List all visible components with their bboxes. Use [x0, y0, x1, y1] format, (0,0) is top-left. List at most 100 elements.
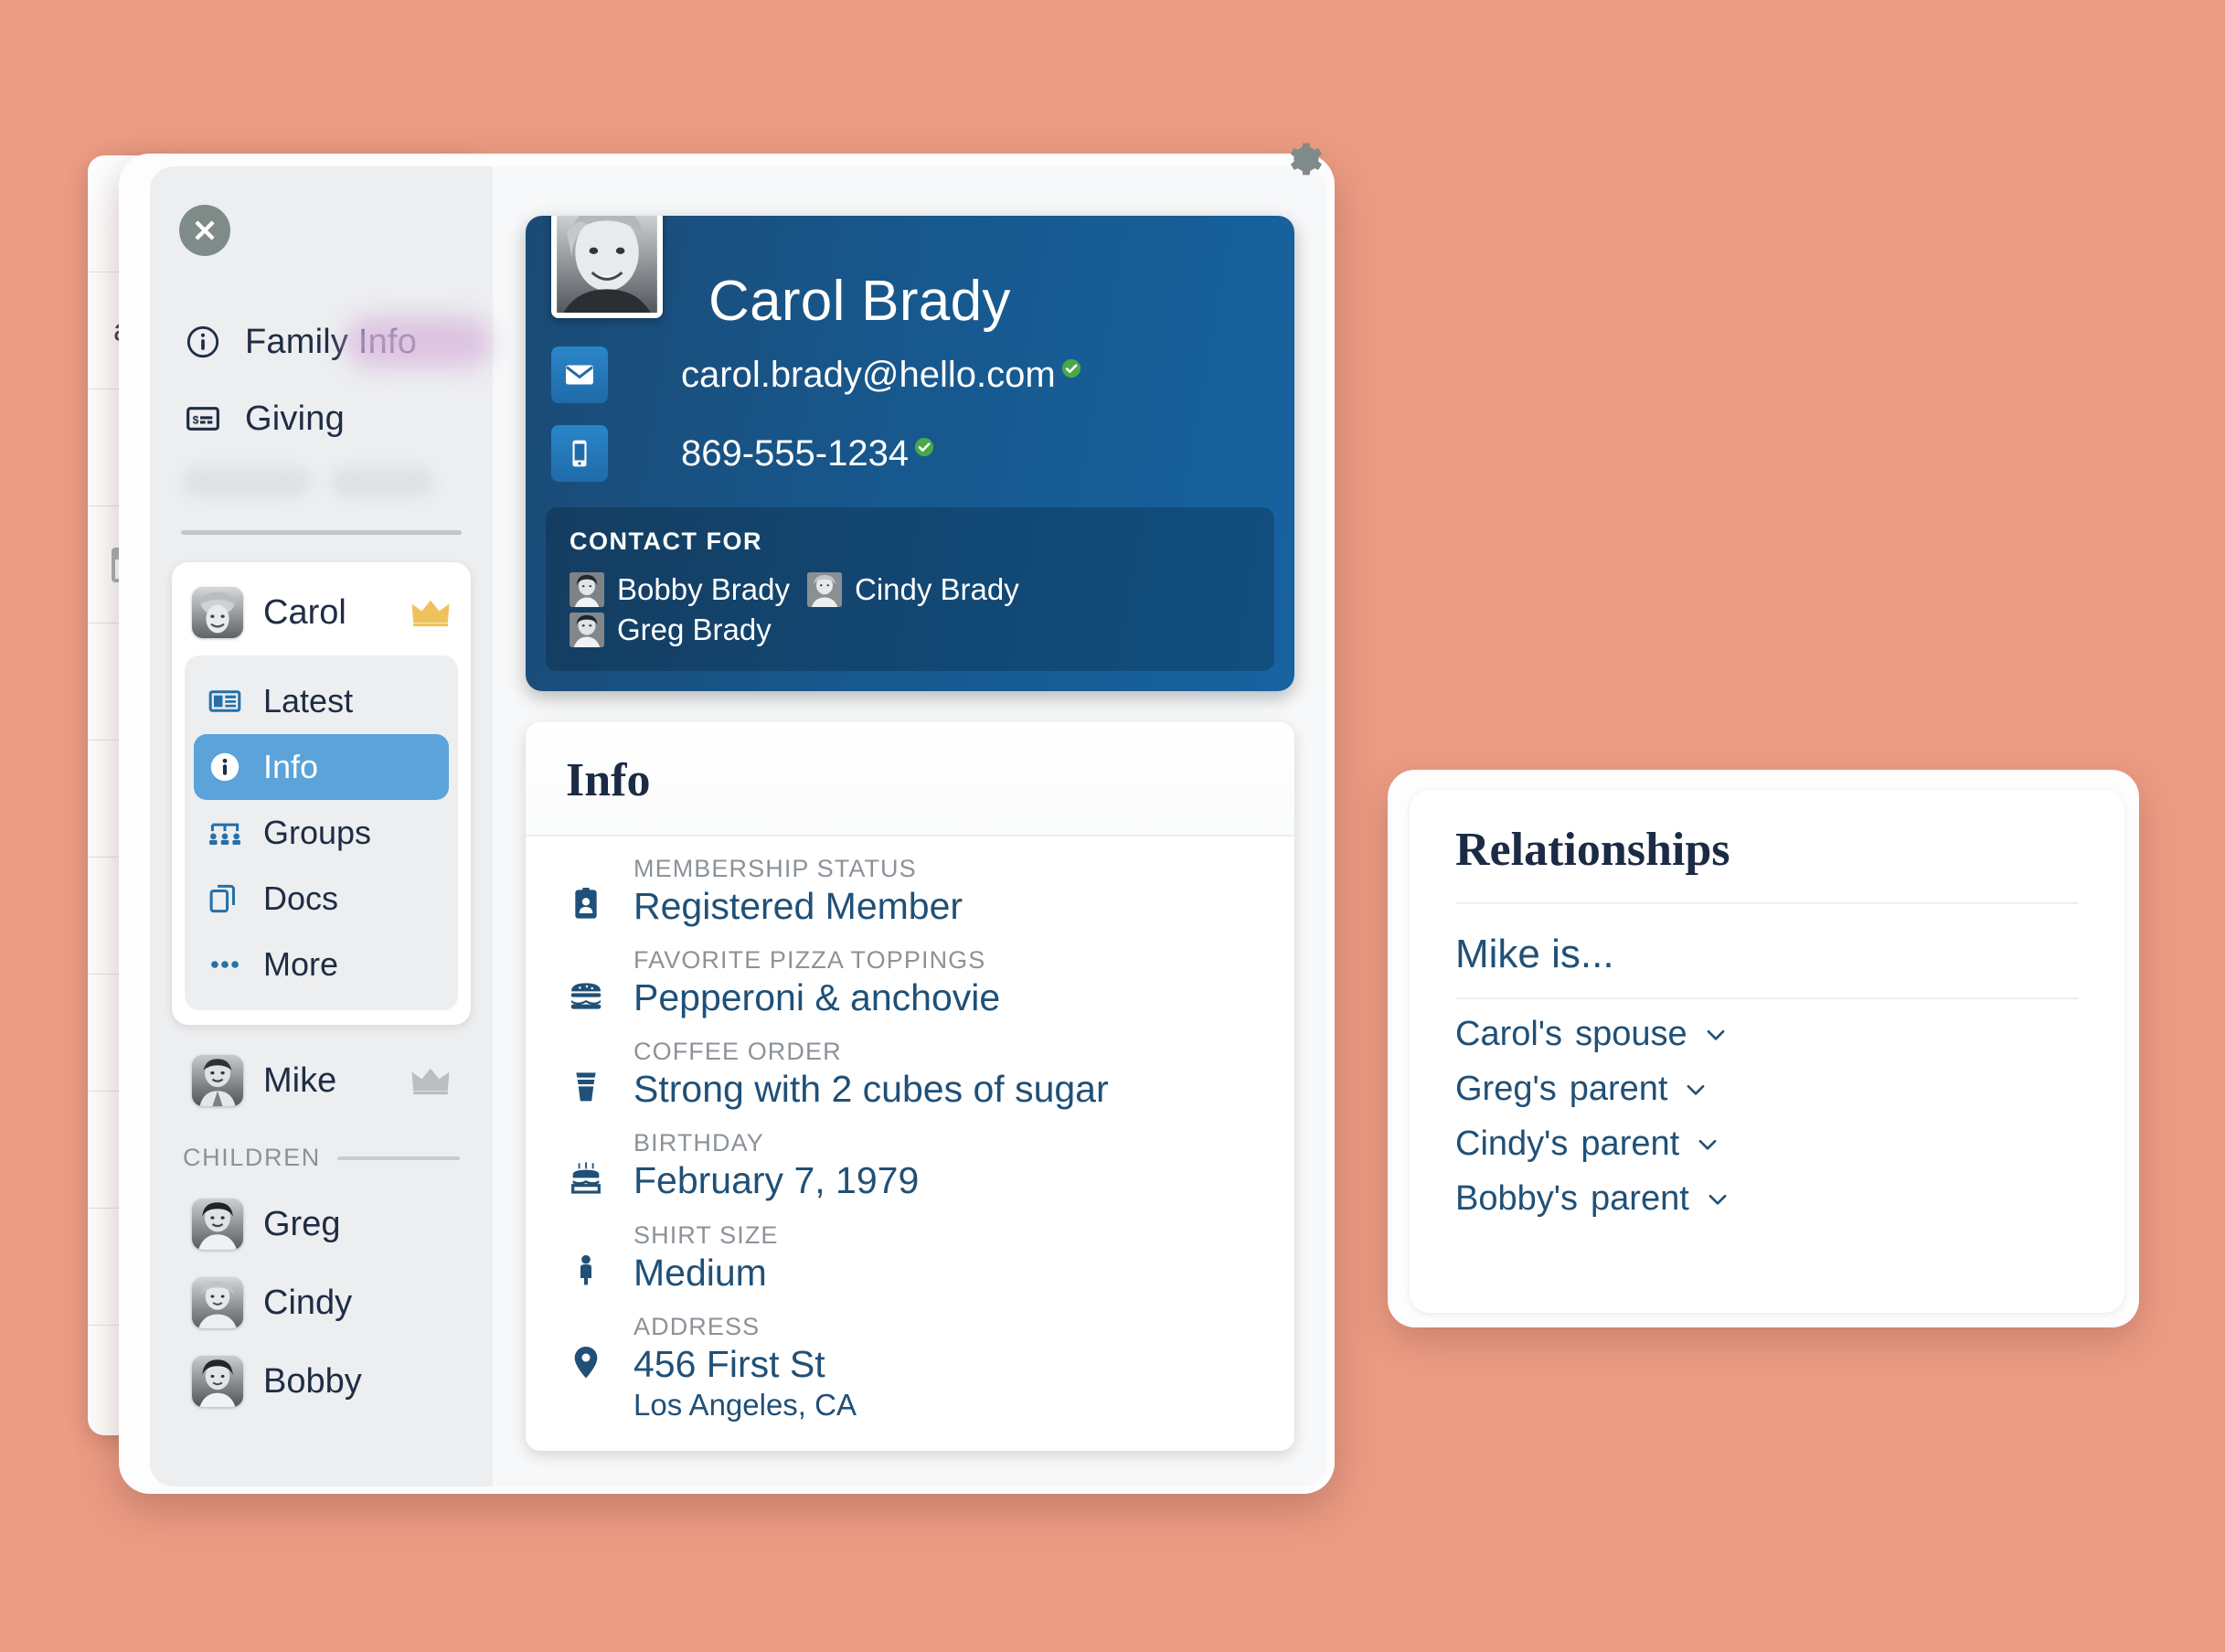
relationship-role: spouse [1575, 1015, 1687, 1053]
relationship-person: Carol's [1455, 1015, 1563, 1053]
info-row-favorite-pizza-toppings: FAVORITE PIZZA TOPPINGS Pepperoni & anch… [526, 928, 1294, 1019]
sidebar-divider [181, 530, 462, 535]
info-title: Info [566, 754, 651, 806]
info-label: COFFEE ORDER [633, 1038, 842, 1066]
chevron-down-icon[interactable] [1706, 1188, 1730, 1211]
relationship-person: Bobby's [1455, 1179, 1579, 1218]
relationship-row[interactable]: Greg's parent [1455, 1054, 2079, 1109]
info-row-coffee-order: COFFEE ORDER Strong with 2 cubes of suga… [526, 1019, 1294, 1111]
relationships-title: Relationships [1455, 823, 2079, 904]
coffee-cup-icon [566, 1038, 606, 1105]
sidebar-item-family-info[interactable]: Family Info [172, 304, 492, 380]
ellipsis-icon [207, 946, 243, 983]
info-card: Info MEMBERSHIP STATUS Registered Member [526, 722, 1294, 1452]
person-name: Mike [263, 1060, 337, 1100]
info-circle-icon [183, 322, 223, 362]
info-row-birthday: BIRTHDAY February 7, 1979 [526, 1111, 1294, 1202]
info-label: SHIRT SIZE [633, 1220, 779, 1249]
contact-for-panel: CONTACT FOR Bobby Brady Cindy Brady Greg… [546, 507, 1274, 671]
email-row[interactable]: carol.brady@hello.com [526, 341, 1294, 409]
contact-for-name: Cindy Brady [855, 572, 1019, 606]
info-value: Pepperoni & anchovie [633, 976, 1001, 1019]
relationships-subject: Mike is... [1455, 904, 2079, 999]
email-value-wrap: carol.brady@hello.com [632, 355, 1081, 396]
phone-value: 869-555-1234 [681, 432, 910, 474]
chevron-down-icon[interactable] [1696, 1133, 1719, 1156]
info-circle-icon [207, 749, 243, 785]
mike-avatar [192, 1055, 243, 1106]
relationship-row[interactable]: Carol's spouse [1455, 999, 2079, 1054]
info-value: February 7, 1979 [633, 1159, 920, 1202]
tab-more[interactable]: More [194, 932, 449, 997]
sidebar-person-bobby[interactable]: Bobby [172, 1342, 471, 1421]
relationship-row[interactable]: Cindy's parent [1455, 1109, 2079, 1164]
verified-check-icon [1061, 358, 1081, 378]
tab-label: Info [263, 748, 319, 785]
cindy-avatar [807, 572, 842, 607]
info-value-line2: Los Angeles, CA [633, 1387, 857, 1422]
modal-body: Family Info $ Giving Carol Latest Info G… [150, 166, 1327, 1487]
sidebar-person-greg[interactable]: Greg [172, 1185, 471, 1263]
gear-icon[interactable] [1283, 139, 1324, 179]
phone-value-wrap: 869-555-1234 [632, 433, 934, 474]
contact-for-name: Bobby Brady [617, 572, 790, 606]
info-value: Registered Member [633, 885, 963, 927]
check-payment-icon: $ [183, 399, 223, 439]
greg-avatar [192, 1199, 243, 1250]
tab-info[interactable]: Info [194, 734, 449, 800]
info-label: ADDRESS [633, 1312, 761, 1340]
crown-grey-icon [411, 1068, 450, 1095]
section-rule [336, 1156, 460, 1160]
contact-for-item[interactable]: Cindy Brady [807, 572, 1251, 607]
email-value: carol.brady@hello.com [681, 354, 1056, 395]
info-label: MEMBERSHIP STATUS [633, 855, 917, 882]
bobby-avatar [570, 572, 604, 607]
sidebar-person-carol[interactable]: Carol [172, 573, 471, 652]
info-value: Strong with 2 cubes of sugar [633, 1068, 1109, 1111]
redacted-text-block [172, 457, 471, 497]
contact-for-item[interactable]: Bobby Brady [570, 572, 807, 607]
tab-label: Docs [263, 879, 339, 917]
info-row-shirt-size: SHIRT SIZE Medium [526, 1203, 1294, 1295]
tab-label: Groups [263, 814, 372, 851]
relationship-row[interactable]: Bobby's parent [1455, 1164, 2079, 1219]
relationship-role: parent [1591, 1179, 1689, 1218]
person-name: Carol [263, 592, 346, 632]
relationship-person: Greg's [1455, 1070, 1557, 1108]
relationships-body: Relationships Mike is... Carol's spouse … [1410, 790, 2124, 1313]
profile-modal: Family Info $ Giving Carol Latest Info G… [119, 143, 1335, 1494]
tab-label: More [263, 945, 339, 983]
person-icon [566, 1221, 606, 1289]
contact-for-item[interactable]: Greg Brady [570, 613, 807, 647]
relationships-panel: Relationships Mike is... Carol's spouse … [1388, 770, 2139, 1327]
relationship-role: parent [1569, 1070, 1668, 1108]
groups-icon [207, 815, 243, 851]
close-button[interactable] [179, 205, 230, 256]
carol-avatar [192, 587, 243, 638]
info-value: Medium [633, 1251, 767, 1294]
info-row-membership-status: MEMBERSHIP STATUS Registered Member [526, 837, 1294, 928]
relationship-person: Cindy's [1455, 1124, 1569, 1163]
tab-docs[interactable]: Docs [194, 866, 449, 932]
tab-latest[interactable]: Latest [194, 668, 449, 734]
id-badge-icon [566, 855, 606, 922]
tab-groups[interactable]: Groups [194, 800, 449, 866]
chevron-down-icon[interactable] [1684, 1078, 1708, 1102]
sidebar-person-mike[interactable]: Mike [172, 1041, 471, 1120]
redacted-chunk [331, 466, 433, 497]
bobby-avatar [192, 1356, 243, 1407]
sidebar-person-cindy[interactable]: Cindy [172, 1263, 471, 1342]
greg-avatar [570, 613, 604, 647]
chevron-down-icon[interactable] [1704, 1023, 1728, 1047]
person-card-carol: Carol Latest Info Groups Docs More [172, 562, 471, 1025]
documents-icon [207, 880, 243, 917]
content-area: Carol Brady carol.brady@hello.com 869-55… [493, 166, 1327, 1487]
contact-for-list: Bobby Brady Cindy Brady Greg Brady [570, 572, 1251, 647]
person-name: Bobby [263, 1361, 362, 1401]
phone-row[interactable]: 869-555-1234 [526, 420, 1294, 487]
info-row-address: ADDRESS 456 First St Los Angeles, CA [526, 1295, 1294, 1423]
contact-for-title: CONTACT FOR [570, 528, 762, 555]
sidebar-item-giving[interactable]: $ Giving [172, 380, 471, 457]
info-label: BIRTHDAY [633, 1129, 764, 1157]
cindy-avatar [192, 1277, 243, 1328]
